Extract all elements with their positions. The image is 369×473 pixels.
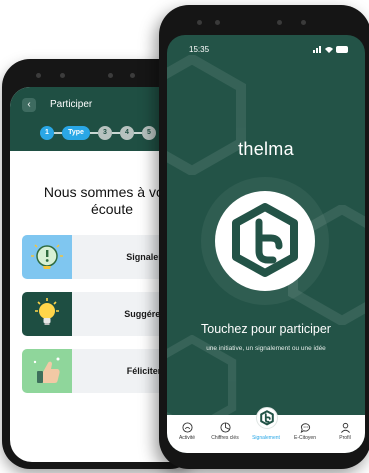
step-type[interactable]: Type (62, 126, 90, 140)
tab-label: Activité (178, 435, 196, 441)
chat-icon (300, 423, 310, 433)
tab-signalement[interactable]: Signalement (246, 420, 286, 450)
home-screen: 15:35 thelma Touchez pour participer une… (167, 35, 365, 453)
home-activity-icon (181, 422, 193, 433)
thelma-logo-icon (232, 203, 298, 277)
step-3[interactable]: 3 (98, 126, 112, 140)
step-connector (134, 132, 142, 134)
tab-e-citoyen[interactable]: E-Citoyen (285, 420, 325, 450)
phone-sensors (30, 71, 150, 81)
phone-sensors (189, 18, 319, 28)
cta-subtitle: une initiative, un signalement ou une id… (206, 345, 326, 352)
tab-chiffres-cles[interactable]: Chiffres clés (205, 420, 245, 450)
status-time: 15:35 (189, 45, 210, 54)
profile-icon (340, 422, 350, 433)
tab-label: Chiffres clés (211, 435, 239, 441)
tab-label: E-Citoyen (294, 435, 316, 441)
step-5[interactable]: 5 (142, 126, 156, 140)
app-name: thelma (238, 139, 294, 159)
back-button[interactable]: ‹ (22, 98, 36, 112)
alert-bulb-icon (22, 235, 72, 279)
tab-label: Signalement (252, 435, 280, 441)
lightbulb-icon (22, 292, 72, 336)
participate-button[interactable] (215, 191, 315, 291)
step-1[interactable]: 1 (40, 126, 54, 140)
pie-chart-icon (219, 422, 231, 433)
tab-profil[interactable]: Profil (325, 420, 365, 450)
page-title: Participer (50, 99, 93, 110)
thumbs-up-icon (22, 349, 72, 393)
step-connector (112, 132, 120, 134)
phone-home: 15:35 thelma Touchez pour participer une… (159, 5, 369, 469)
tab-label: Profil (339, 435, 351, 441)
step-connector (90, 132, 98, 134)
cta-title: Touchez pour participer (201, 322, 331, 336)
status-icons (313, 46, 348, 53)
tab-activite[interactable]: Activité (167, 420, 207, 450)
step-connector (54, 132, 62, 134)
marketing-stage: ‹ Participer 1 Type 3 4 5 Nous sommes à … (0, 0, 369, 473)
step-4[interactable]: 4 (120, 126, 134, 140)
bottom-tabbar: Activité Chiffres clés Signalement E-Cit… (167, 407, 365, 453)
